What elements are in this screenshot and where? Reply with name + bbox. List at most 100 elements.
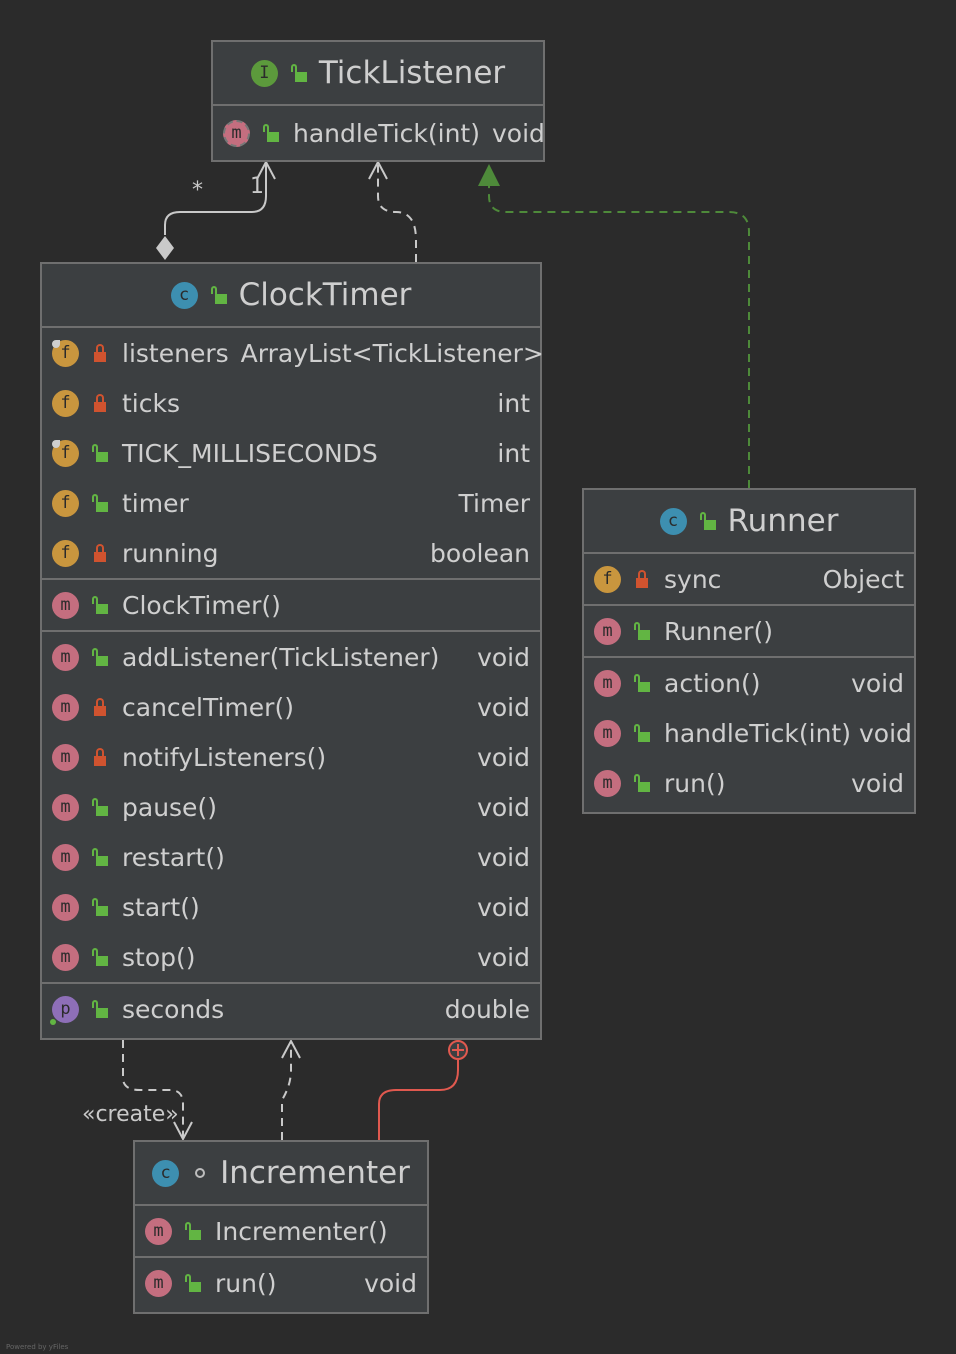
public-visibility-icon xyxy=(263,124,279,142)
clocktimer-header: c ClockTimer xyxy=(42,264,540,328)
field-name: listeners xyxy=(122,338,229,368)
credit-text: Powered by yFiles xyxy=(6,1343,69,1351)
final-field-icon: f xyxy=(52,439,79,467)
method-name: start() xyxy=(122,892,200,922)
public-visibility-icon xyxy=(634,674,650,692)
uml-diagram: * 1 «create» I TickListener m handleTick… xyxy=(0,0,956,1354)
class-icon: c xyxy=(659,507,687,535)
fields-section: f listeners ArrayList<TickListener> f ti… xyxy=(42,328,544,580)
field-name: sync xyxy=(664,564,722,594)
abstract-method-icon: m xyxy=(223,119,250,147)
method-type: void xyxy=(477,692,530,722)
method-type: void xyxy=(477,892,530,922)
method-row[interactable]: m restart() void xyxy=(42,832,540,882)
field-type: int xyxy=(497,438,530,468)
field-name: timer xyxy=(122,488,189,518)
class-ticklistener[interactable]: I TickListener m handleTick(int) void xyxy=(211,40,545,162)
field-icon: f xyxy=(52,389,79,417)
constructor-row[interactable]: m Runner() xyxy=(584,606,914,656)
method-icon: m xyxy=(52,643,79,671)
method-name: run() xyxy=(664,768,726,798)
property-name: seconds xyxy=(122,994,225,1024)
public-visibility-icon xyxy=(699,512,716,530)
class-clocktimer[interactable]: c ClockTimer f listeners ArrayList<TickL… xyxy=(40,262,544,1040)
field-row[interactable]: f running boolean xyxy=(42,528,540,578)
methods-section: m action() void m handleTick(int) void m… xyxy=(584,658,914,808)
class-incrementer[interactable]: c Incrementer m Incrementer() m run() vo… xyxy=(133,1140,429,1314)
field-type: int xyxy=(497,388,530,418)
method-row[interactable]: m cancelTimer() void xyxy=(42,682,540,732)
aggregation-diamond xyxy=(156,236,174,260)
public-visibility-icon xyxy=(185,1274,201,1292)
method-row[interactable]: m handleTick(int) void xyxy=(584,708,914,758)
field-icon: f xyxy=(52,489,79,517)
method-type: void xyxy=(477,792,530,822)
property-type: double xyxy=(444,994,530,1024)
field-type: Timer xyxy=(458,488,530,518)
methods-section: m addListener(TickListener) void m cance… xyxy=(42,632,540,984)
package-visibility-icon xyxy=(192,1164,208,1182)
method-type: void xyxy=(477,742,530,772)
incrementer-header: c Incrementer xyxy=(135,1142,427,1206)
method-row[interactable]: m handleTick(int) void xyxy=(213,106,545,160)
method-icon: m xyxy=(594,769,621,797)
private-visibility-icon xyxy=(92,344,108,362)
method-row[interactable]: m pause() void xyxy=(42,782,540,832)
private-visibility-icon xyxy=(92,698,108,716)
method-row[interactable]: m start() void xyxy=(42,882,540,932)
method-type: void xyxy=(477,942,530,972)
property-icon: p xyxy=(50,995,79,1025)
field-icon: f xyxy=(594,565,621,593)
constructors-section: m Runner() xyxy=(584,606,914,658)
field-name: TICK_MILLISECONDS xyxy=(122,438,378,468)
public-visibility-icon xyxy=(290,64,307,82)
class-icon: c xyxy=(152,1159,180,1187)
method-row[interactable]: m run() void xyxy=(135,1258,427,1308)
constructor-name: Runner() xyxy=(664,616,773,646)
method-icon: m xyxy=(52,843,79,871)
public-visibility-icon xyxy=(92,648,108,666)
method-name: pause() xyxy=(122,792,217,822)
method-icon: m xyxy=(52,943,79,971)
method-name: run() xyxy=(215,1268,277,1298)
method-name: handleTick(int) xyxy=(293,118,480,148)
method-type: void xyxy=(477,642,530,672)
public-visibility-icon xyxy=(185,1222,201,1240)
field-row[interactable]: f listeners ArrayList<TickListener> xyxy=(42,328,544,378)
constructors-section: m ClockTimer() xyxy=(42,580,540,632)
method-row[interactable]: m run() void xyxy=(584,758,914,808)
realization-arrowhead xyxy=(478,164,500,186)
field-row[interactable]: f TICK_MILLISECONDS int xyxy=(42,428,540,478)
method-type: void xyxy=(491,118,545,148)
method-icon: m xyxy=(52,591,79,619)
field-type: ArrayList<TickListener> xyxy=(240,338,544,368)
ticklistener-header: I TickListener xyxy=(213,42,543,106)
field-row[interactable]: f timer Timer xyxy=(42,478,540,528)
class-title: TickListener xyxy=(318,55,506,91)
fields-section: f sync Object xyxy=(584,554,914,606)
field-row[interactable]: f sync Object xyxy=(584,554,914,604)
field-name: ticks xyxy=(122,388,180,418)
method-icon: m xyxy=(594,719,621,747)
public-visibility-icon xyxy=(92,1000,108,1018)
public-visibility-icon xyxy=(92,444,108,462)
constructor-row[interactable]: m Incrementer() xyxy=(135,1206,427,1256)
private-visibility-icon xyxy=(92,394,108,412)
method-row[interactable]: m notifyListeners() void xyxy=(42,732,540,782)
method-row[interactable]: m addListener(TickListener) void xyxy=(42,632,540,682)
property-row[interactable]: p seconds double xyxy=(42,984,540,1034)
class-runner[interactable]: c Runner f sync Object m Runner() m acti… xyxy=(582,488,916,814)
method-icon: m xyxy=(145,1269,172,1297)
constructor-name: Incrementer() xyxy=(215,1216,388,1246)
interface-icon: I xyxy=(250,59,278,87)
field-type: boolean xyxy=(430,538,530,568)
public-visibility-icon xyxy=(92,596,108,614)
class-icon: c xyxy=(170,281,198,309)
method-name: handleTick(int) xyxy=(664,718,851,748)
method-row[interactable]: m stop() void xyxy=(42,932,540,982)
field-row[interactable]: f ticks int xyxy=(42,378,540,428)
method-row[interactable]: m action() void xyxy=(584,658,914,708)
properties-section: p seconds double xyxy=(42,984,540,1034)
constructor-row[interactable]: m ClockTimer() xyxy=(42,580,540,630)
method-icon: m xyxy=(594,617,621,645)
